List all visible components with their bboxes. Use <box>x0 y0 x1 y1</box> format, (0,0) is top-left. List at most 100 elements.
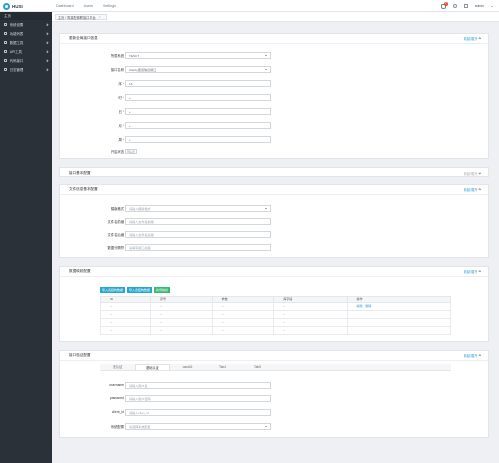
collapse-link[interactable]: 收起/展开 <box>464 171 478 176</box>
hour-field[interactable]: + <box>125 93 271 101</box>
chevron-down-icon[interactable] <box>491 5 493 7</box>
field-label: 月 * <box>119 123 125 128</box>
import-structure-button[interactable]: 导入表结构数据 <box>100 287 126 293</box>
collapse-link[interactable]: 收起/展开 <box>464 36 478 41</box>
chevron-up-icon[interactable] <box>479 37 482 41</box>
chevron-right-icon <box>46 23 49 26</box>
chevron-up-icon[interactable] <box>479 188 482 192</box>
sidebar-item-feature-list[interactable]: 功能列表 <box>0 29 52 38</box>
field-label: 时 * <box>119 95 125 100</box>
chevron-up-icon[interactable] <box>479 354 482 358</box>
username-field[interactable]: 请输入用户名 <box>125 381 271 389</box>
table-row[interactable]: -- -- -- -- <box>99 317 451 327</box>
panel-header[interactable]: 接口基本配置 收起/展开 <box>60 168 488 178</box>
select-value: TESCT <box>129 53 140 58</box>
terminal-icon <box>4 58 8 63</box>
chevron-down-icon <box>265 207 267 209</box>
chevron-down-icon[interactable] <box>479 171 482 175</box>
collapse-link[interactable]: 收起/展开 <box>464 353 478 358</box>
sidebar-item-label: API工具 <box>9 50 22 54</box>
chevron-right-icon <box>46 50 49 53</box>
client-id-field[interactable]: 请输入clien_id <box>125 408 271 416</box>
panel-header: 文件信息基本配置 收起/展开 <box>60 185 488 195</box>
tab-basic-auth[interactable]: 基础认证 <box>135 364 170 370</box>
field-label: 所属系统 <box>110 53 124 58</box>
form-row: 数据分隔符 请填写接口后缀 <box>60 243 490 251</box>
log-icon <box>4 67 8 72</box>
chevron-up-icon[interactable] <box>479 270 482 274</box>
top-nav-item[interactable]: Dashboard <box>56 4 74 8</box>
week-field[interactable]: + <box>125 135 271 143</box>
row-actions: 编辑 删除 <box>346 301 451 311</box>
table-cell: -- <box>150 309 213 319</box>
field-label: 日 * <box>119 109 125 114</box>
form-row: username 请输入用户名 <box>60 381 490 389</box>
table-row[interactable]: -- -- -- -- <box>99 325 451 335</box>
add-mapping-button[interactable]: 新增映射 <box>154 287 171 293</box>
field-label: 文件名后缀 <box>107 232 124 237</box>
table-cell: -- <box>150 301 213 311</box>
list-icon <box>4 31 8 36</box>
field-label: 系统配置 <box>110 424 124 429</box>
panel-title: 接口验证配置 <box>69 353 91 357</box>
table-cell: -- <box>211 309 275 319</box>
month-field[interactable]: + <box>125 121 271 129</box>
form-row: client_id 请输入clien_id <box>60 408 490 416</box>
table-cell: -- <box>99 309 152 319</box>
chevron-right-icon <box>46 32 49 35</box>
bell-icon[interactable]: 3 <box>440 1 448 9</box>
form-row: 文件名前缀 请输入文件名前缀 <box>60 217 490 225</box>
form-row: 周 * + <box>60 135 490 143</box>
message-icon[interactable] <box>452 4 457 8</box>
top-nav-item[interactable]: Settings <box>103 4 116 8</box>
collapse-link[interactable]: 收起/展开 <box>464 187 478 192</box>
password-field[interactable]: 请输入用户密码 <box>125 394 271 402</box>
collapse-link[interactable]: 收起/展开 <box>464 269 478 274</box>
sidebar-item-label: 系统设置 <box>9 23 24 27</box>
sidebar-item-data-tools[interactable]: 数据工具 <box>0 38 52 47</box>
sequence-field[interactable]: 15 <box>125 79 271 87</box>
table-cell: -- <box>99 325 152 335</box>
delete-link[interactable]: 删除 <box>365 304 371 308</box>
top-right-tools: 3 admin <box>440 0 493 12</box>
page-tab-bar: 主页 / 简易配置联接口平台 × <box>52 12 499 22</box>
import-structure-button-2[interactable]: 导入表结构数据 <box>127 287 153 293</box>
edit-link[interactable]: 编辑 <box>357 304 363 308</box>
chevron-down-icon <box>265 68 267 70</box>
app-logo[interactable]: HUSI <box>3 2 23 10</box>
sidebar-item-code-interface[interactable]: 代码接口 <box>0 56 52 65</box>
chevron-right-icon <box>46 41 49 44</box>
field-label: 开启状态 <box>110 149 124 154</box>
sidebar-item-system-settings[interactable]: 系统设置 <box>0 20 52 29</box>
sidebar-home[interactable]: 主页 <box>0 12 52 20</box>
top-nav-item[interactable]: Users <box>84 4 93 8</box>
file-suffix-field[interactable]: 请输入文件名后缀 <box>125 230 271 238</box>
table-cell: -- <box>150 325 213 335</box>
close-icon[interactable]: × <box>99 15 101 19</box>
sidebar-item-api-tools[interactable]: API工具 <box>0 47 52 56</box>
fullscreen-icon[interactable] <box>463 4 468 8</box>
tab-oauth2[interactable]: oauth2 <box>170 364 205 370</box>
system-config-select[interactable]: 请选择系统配置 <box>125 422 271 430</box>
tab-5[interactable]: Tab5 <box>240 364 275 370</box>
table-cell <box>346 325 451 335</box>
table-row[interactable]: -- -- -- -- <box>99 309 451 319</box>
interface-select[interactable]: Clarity通道信息接口 <box>125 65 271 73</box>
user-name[interactable]: admin <box>475 4 484 8</box>
logo-icon <box>3 2 10 10</box>
enable-toggle[interactable]: 关闭 <box>125 148 137 154</box>
delimiter-field[interactable]: 请填写接口后缀 <box>125 243 271 251</box>
tab-no-auth[interactable]: 无认证 <box>100 364 135 370</box>
day-field[interactable]: + <box>125 107 271 115</box>
system-select[interactable]: TESCT <box>125 51 271 59</box>
sidebar-item-label: 功能列表 <box>9 32 24 36</box>
template-format-select[interactable]: 请输入模版格式 <box>125 204 271 212</box>
chevron-right-icon <box>46 59 49 62</box>
tab-4[interactable]: Tab4 <box>205 364 240 370</box>
chevron-down-icon <box>265 54 267 56</box>
form-row: 时 * + <box>60 93 490 101</box>
page-tab[interactable]: 主页 / 简易配置联接口平台 × <box>55 14 108 20</box>
sidebar-item-log-management[interactable]: 日志管理 <box>0 65 52 74</box>
file-prefix-field[interactable]: 请输入文件名前缀 <box>125 217 271 225</box>
table-row[interactable]: -- -- -- -- 编辑 删除 <box>99 301 451 311</box>
